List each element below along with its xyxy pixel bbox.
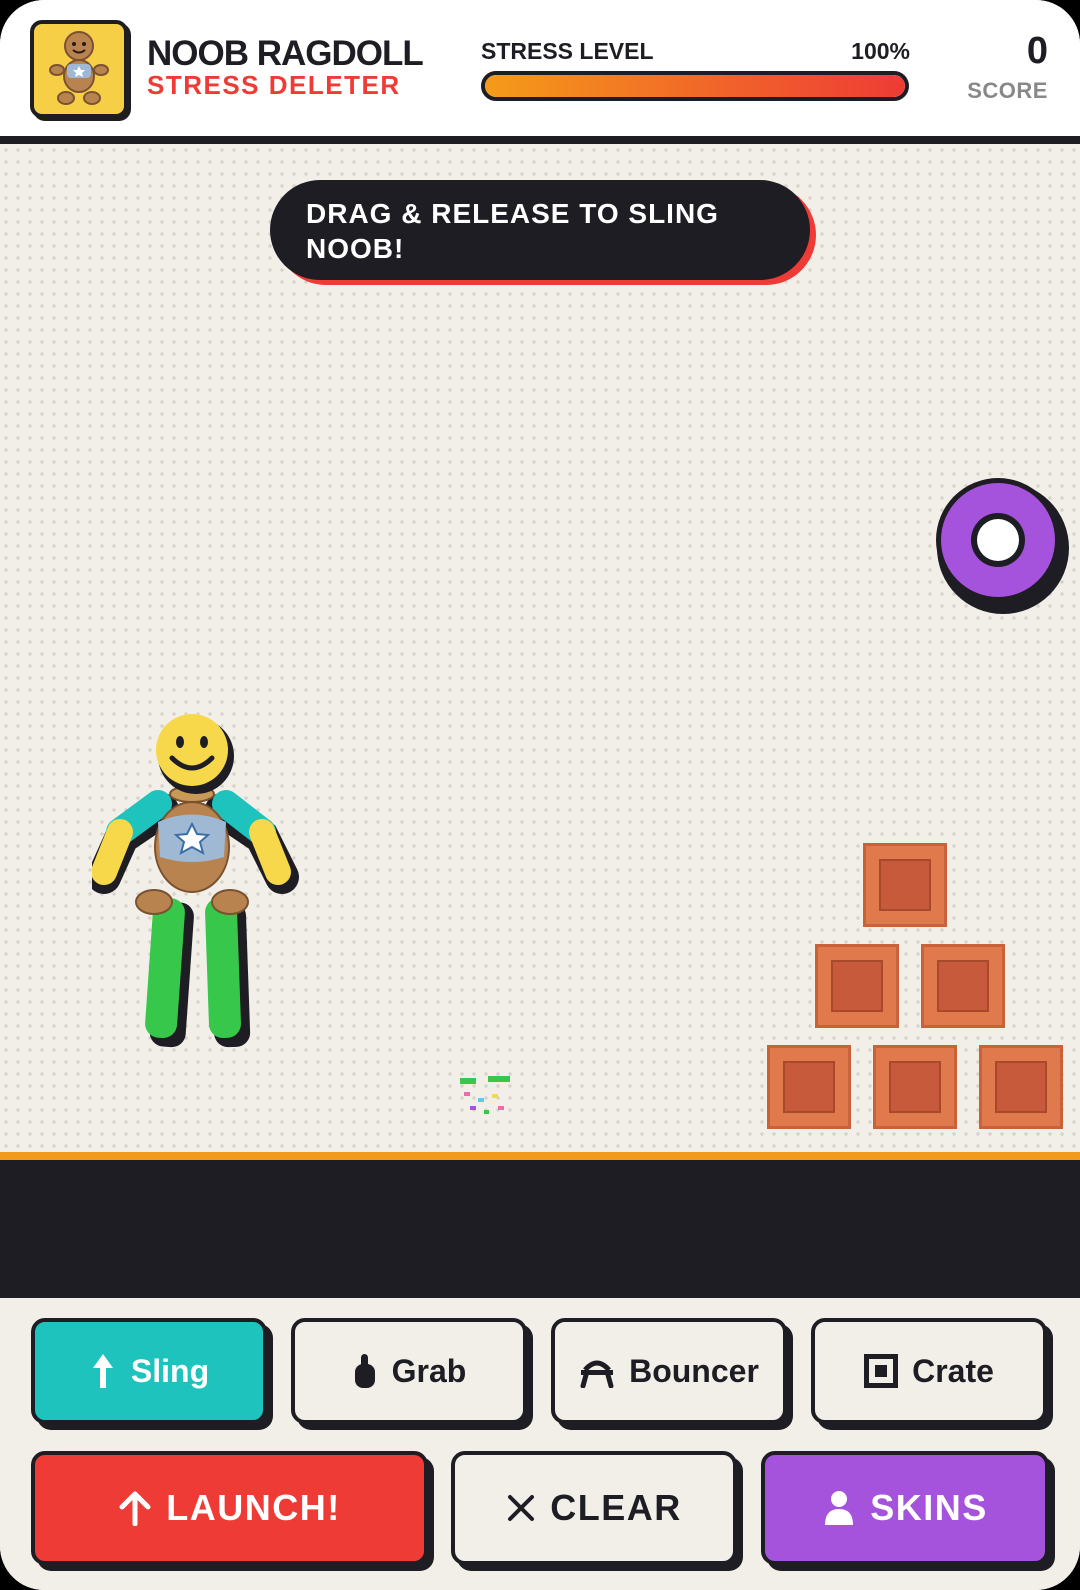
app-subtitle: STRESS DELETER (147, 70, 401, 100)
bouncer-tool-label: Bouncer (629, 1352, 759, 1389)
ragdoll-noob[interactable] (92, 712, 302, 1058)
stress-level-value: 100% (851, 38, 910, 64)
crate-tool-button[interactable]: Crate (811, 1318, 1047, 1424)
grab-tool-label: Grab (391, 1352, 467, 1389)
instruction-text: DRAG & RELEASE TO SLING NOOB! (306, 198, 719, 264)
close-icon (506, 1493, 536, 1523)
app-title: NOOB RAGDOLL (147, 34, 424, 73)
confetti-debris (460, 1076, 510, 1114)
launch-button[interactable]: LAUNCH! (31, 1451, 428, 1565)
crate[interactable] (815, 944, 899, 1028)
score-value: 0 (1026, 30, 1048, 72)
clear-button[interactable]: CLEAR (451, 1451, 737, 1565)
crate[interactable] (873, 1045, 957, 1129)
crate[interactable] (767, 1045, 851, 1129)
sling-tool-label: Sling (130, 1352, 210, 1389)
header-bar: NOOB RAGDOLL STRESS DELETER STRESS LEVEL… (0, 0, 1080, 136)
stress-meter (481, 71, 909, 101)
crate-icon (864, 1354, 899, 1388)
skins-label: SKINS (870, 1487, 988, 1528)
bouncer-icon (579, 1354, 615, 1388)
bouncer-ring[interactable] (928, 470, 1078, 620)
hand-icon (352, 1352, 378, 1390)
arrow-up-icon (89, 1352, 117, 1390)
crate[interactable] (979, 1045, 1063, 1129)
crate-tool-label: Crate (912, 1352, 994, 1389)
app-logo (30, 20, 128, 118)
instruction-banner: DRAG & RELEASE TO SLING NOOB! (270, 180, 810, 280)
ground-floor (0, 1160, 1080, 1298)
score-label: SCORE (967, 78, 1048, 103)
stress-level-label: STRESS LEVEL (481, 38, 654, 64)
header-divider (0, 136, 1080, 144)
grab-tool-button[interactable]: Grab (291, 1318, 527, 1424)
ragdoll-logo-icon (49, 31, 109, 105)
bouncer-tool-button[interactable]: Bouncer (551, 1318, 787, 1424)
skins-button[interactable]: SKINS (761, 1451, 1049, 1565)
stress-meter-fill (485, 75, 905, 97)
game-frame: NOOB RAGDOLL STRESS DELETER STRESS LEVEL… (0, 0, 1080, 1590)
clear-label: CLEAR (550, 1487, 682, 1528)
launch-label: LAUNCH! (166, 1487, 341, 1528)
crate[interactable] (863, 843, 947, 927)
person-icon (822, 1489, 856, 1527)
sling-tool-button[interactable]: Sling (31, 1318, 267, 1424)
crate[interactable] (921, 944, 1005, 1028)
arrow-up-icon (118, 1490, 152, 1526)
ground-line (0, 1152, 1080, 1160)
